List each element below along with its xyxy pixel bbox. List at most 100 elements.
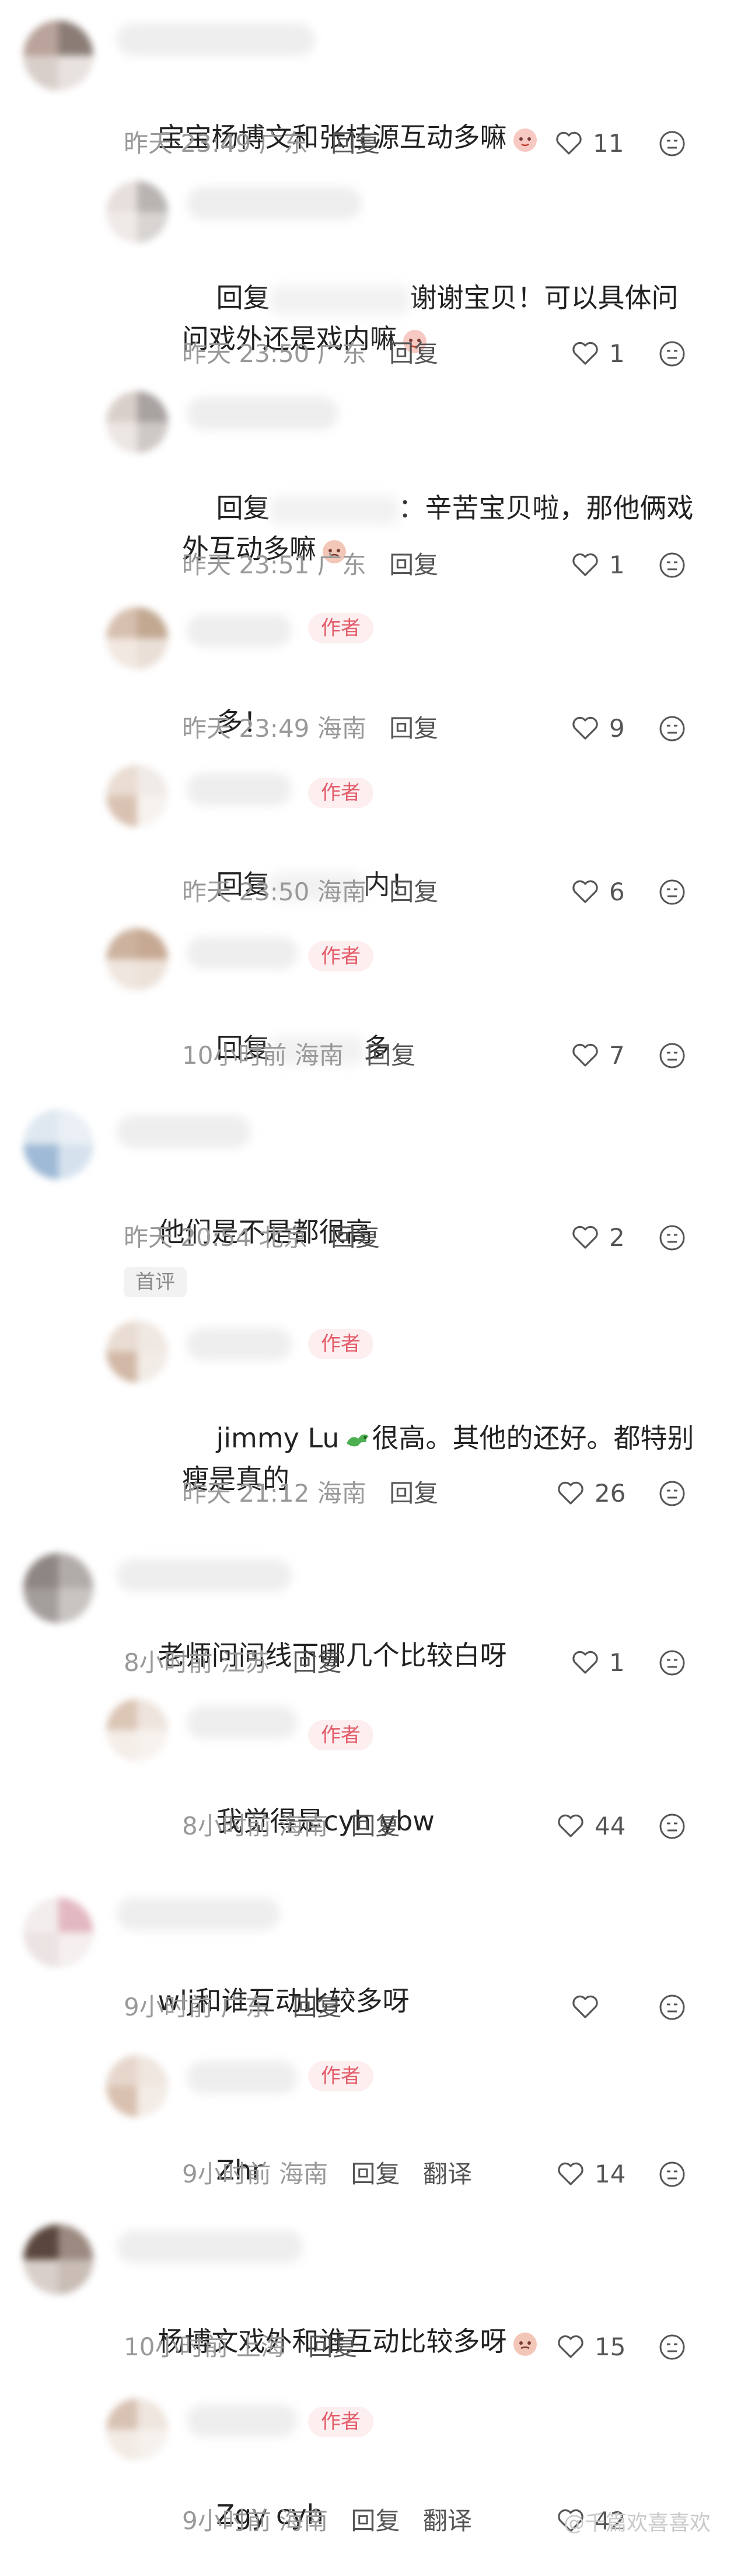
- like-button[interactable]: 1: [572, 1646, 665, 1679]
- comment-4: 作者 多！ 昨天 23:49 海南 回复 9: [0, 596, 734, 759]
- like-button[interactable]: 11: [555, 127, 649, 160]
- avatar[interactable]: [23, 2225, 93, 2295]
- comment-meta: 昨天 23:50 广东 回复: [182, 337, 438, 370]
- location: 广东: [317, 339, 366, 368]
- reply-prefix: 回复: [216, 492, 270, 524]
- translate-button[interactable]: 翻译: [423, 2160, 472, 2188]
- like-button[interactable]: 9: [572, 712, 665, 745]
- reply-button[interactable]: 回复: [331, 129, 380, 158]
- reply-button[interactable]: 回复: [389, 714, 438, 743]
- avatar[interactable]: [23, 20, 93, 90]
- avatar[interactable]: [23, 1898, 93, 1968]
- reply-button[interactable]: 回复: [389, 1479, 438, 1508]
- dislike-face-icon[interactable]: [658, 1480, 686, 1508]
- like-button[interactable]: 1: [572, 549, 665, 582]
- reply-button[interactable]: 回复: [366, 1041, 415, 1070]
- dislike-face-icon[interactable]: [658, 551, 686, 579]
- timestamp: 8小时前: [182, 1812, 271, 1840]
- like-button[interactable]: 26: [557, 1477, 651, 1510]
- like-count: 44: [595, 1812, 626, 1840]
- avatar[interactable]: [106, 2399, 168, 2460]
- avatar[interactable]: [106, 181, 168, 243]
- dislike-face-icon[interactable]: [658, 1812, 686, 1840]
- dislike-face-icon[interactable]: [658, 130, 686, 158]
- avatar[interactable]: [23, 1553, 93, 1623]
- author-tag: 作者: [308, 2407, 373, 2437]
- dislike-face-icon[interactable]: [658, 1649, 686, 1677]
- dislike-face-icon[interactable]: [658, 1224, 686, 1252]
- dislike-face-icon[interactable]: [658, 1993, 686, 2021]
- heart-icon: [572, 1651, 598, 1674]
- timestamp: 8小时前: [124, 1648, 213, 1677]
- avatar[interactable]: [106, 391, 168, 453]
- comment-meta: 10小时前 海南 回复: [182, 1039, 415, 1072]
- reply-button[interactable]: 回复: [351, 2507, 400, 2535]
- reply-button[interactable]: 回复: [292, 1648, 341, 1677]
- timestamp: 9小时前: [182, 2507, 271, 2535]
- author-tag: 作者: [308, 1329, 373, 1359]
- comment-8: 作者 jimmy Lu 很高。其他的还好。都特别 瘦是真的 昨天 21:12 海南…: [0, 1308, 734, 1530]
- avatar[interactable]: [106, 607, 168, 669]
- reply-button[interactable]: 回复: [331, 1223, 380, 1252]
- username-blurred: [187, 397, 338, 430]
- mention-blurred: [270, 496, 399, 524]
- comment-meta: 8小时前 江苏 回复: [124, 1646, 341, 1679]
- dislike-face-icon[interactable]: [658, 2333, 686, 2361]
- comment-5: 作者 回复 内！ 昨天 23:50 海南 回复 6: [0, 759, 734, 923]
- emoji-icon: [513, 128, 537, 152]
- avatar[interactable]: [106, 1699, 168, 1761]
- reply-button[interactable]: 回复: [389, 878, 438, 906]
- heart-icon: [572, 1995, 598, 2018]
- like-button[interactable]: 15: [557, 2331, 651, 2363]
- dislike-face-icon[interactable]: [658, 1042, 686, 1070]
- location: 海南: [279, 1812, 328, 1840]
- like-button[interactable]: 6: [572, 876, 665, 908]
- avatar[interactable]: [106, 2055, 168, 2117]
- like-button[interactable]: 7: [572, 1039, 665, 1072]
- heart-icon: [572, 342, 598, 365]
- username-blurred: [187, 187, 362, 220]
- like-button[interactable]: 1: [572, 337, 665, 370]
- like-count: 1: [609, 1648, 625, 1677]
- dragon-emoji-icon: [346, 1434, 369, 1446]
- like-button[interactable]: 44: [557, 1810, 651, 1843]
- location: 上海: [236, 2333, 285, 2361]
- comment-7: 他们是不是都很高 昨天 20:54 北京 回复 2 首评: [0, 1092, 734, 1308]
- reply-button[interactable]: 回复: [389, 551, 438, 579]
- comment-meta: 昨天 23:49 广东 回复: [124, 127, 380, 160]
- reply-button[interactable]: 回复: [351, 2160, 400, 2188]
- dislike-face-icon[interactable]: [658, 340, 686, 368]
- avatar[interactable]: [106, 928, 168, 990]
- heart-icon: [572, 880, 598, 903]
- avatar[interactable]: [106, 765, 168, 827]
- reply-button[interactable]: 回复: [351, 1812, 400, 1840]
- heart-icon: [558, 1481, 583, 1505]
- like-button[interactable]: [572, 1991, 665, 2024]
- username-blurred: [117, 2230, 303, 2263]
- dislike-face-icon[interactable]: [658, 2160, 686, 2188]
- timestamp: 10小时前: [182, 1041, 287, 1070]
- timestamp: 昨天 21:12: [182, 1479, 310, 1508]
- timestamp: 9小时前: [124, 1993, 213, 2021]
- location: 广东: [221, 1993, 270, 2021]
- avatar[interactable]: [23, 1109, 93, 1179]
- like-count: 14: [595, 2160, 626, 2188]
- mention-name[interactable]: jimmy Lu: [216, 1422, 340, 1454]
- location: 海南: [317, 714, 366, 743]
- username-blurred: [187, 773, 292, 806]
- like-count: 26: [595, 1479, 626, 1508]
- like-button[interactable]: 14: [557, 2158, 651, 2191]
- reply-button[interactable]: 回复: [389, 339, 438, 368]
- timestamp: 昨天 23:51: [182, 551, 310, 579]
- avatar[interactable]: [106, 1321, 168, 1383]
- dislike-face-icon[interactable]: [658, 878, 686, 906]
- username-blurred: [117, 1559, 292, 1592]
- like-button[interactable]: 2: [572, 1221, 665, 1254]
- emoji-icon: [513, 2332, 537, 2356]
- comment-meta: 昨天 21:12 海南 回复: [182, 1477, 438, 1510]
- reply-button[interactable]: 回复: [308, 2333, 357, 2361]
- dislike-face-icon[interactable]: [658, 715, 686, 743]
- reply-button[interactable]: 回复: [292, 1993, 341, 2021]
- author-tag: 作者: [308, 613, 373, 643]
- translate-button[interactable]: 翻译: [423, 2507, 472, 2535]
